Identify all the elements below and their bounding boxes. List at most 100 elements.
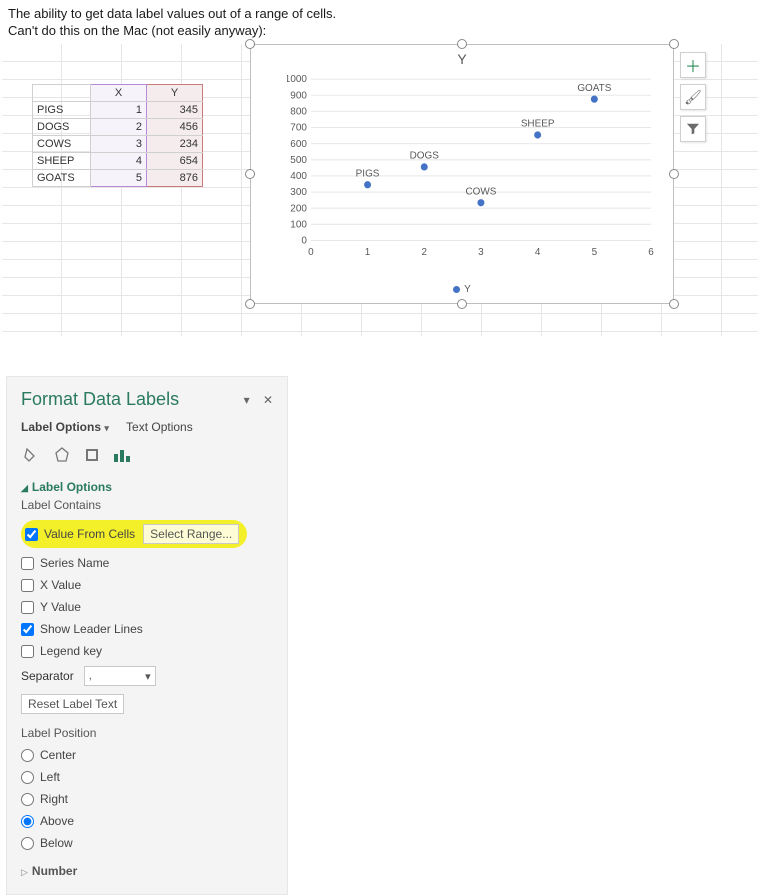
pane-close-button[interactable]: ✕ [263,393,273,407]
svg-text:COWS: COWS [466,186,497,197]
resize-handle[interactable] [669,299,679,309]
chart-side-buttons: ＋ 🖌 [680,52,706,148]
svg-text:DOGS: DOGS [410,150,439,161]
legend-marker [453,286,460,293]
intro-line-1: The ability to get data label values out… [8,6,752,21]
resize-handle[interactable] [457,39,467,49]
pane-title: Format Data Labels [21,389,179,410]
svg-text:800: 800 [290,106,307,117]
radio-center[interactable]: Center [21,748,273,762]
resize-handle[interactable] [669,169,679,179]
svg-text:400: 400 [290,171,307,182]
svg-text:5: 5 [592,247,598,257]
intro-line-2: Can't do this on the Mac (not easily any… [8,23,752,38]
tab-text-options[interactable]: Text Options [126,420,193,434]
resize-handle[interactable] [245,169,255,179]
funnel-icon [686,122,700,136]
series-name-checkbox[interactable] [21,557,34,570]
cell-x[interactable]: 1 [91,102,147,119]
radio-above[interactable]: Above [21,814,273,828]
chart-styles-button[interactable]: 🖌 [680,84,706,110]
resize-handle[interactable] [457,299,467,309]
section-label-options[interactable]: ◢Label Options [21,480,273,494]
resize-handle[interactable] [669,39,679,49]
plus-icon: ＋ [685,53,701,77]
row-label[interactable]: COWS [33,136,91,153]
row-label[interactable]: DOGS [33,119,91,136]
cell-y[interactable]: 456 [147,119,203,136]
checkbox-show-leader-lines[interactable]: Show Leader Lines [21,622,273,636]
value-from-cells-row-highlight: Value From Cells Select Range... [21,520,247,548]
svg-text:1: 1 [365,247,371,257]
size-properties-icon[interactable] [81,444,103,466]
checkbox-x-value[interactable]: X Value [21,578,273,592]
chevron-down-icon: ▾ [145,670,151,683]
resize-handle[interactable] [245,299,255,309]
select-range-button[interactable]: Select Range... [143,524,239,544]
svg-text:4: 4 [535,247,541,257]
chart-object[interactable]: Y 01002003004005006007008009001000012345… [250,44,674,304]
effects-icon[interactable] [51,444,73,466]
svg-text:2: 2 [421,247,427,257]
section-number[interactable]: ▷Number [21,864,273,878]
col-header-x[interactable]: X [91,85,147,102]
value-from-cells-checkbox[interactable] [25,528,38,541]
fill-line-icon[interactable] [21,444,43,466]
cell-y[interactable]: 234 [147,136,203,153]
svg-text:500: 500 [290,155,307,166]
chart-legend[interactable]: Y [251,284,673,295]
svg-text:600: 600 [290,139,307,150]
separator-label: Separator [21,669,74,683]
svg-text:GOATS: GOATS [577,83,611,94]
svg-text:900: 900 [290,90,307,101]
cell-y[interactable]: 345 [147,102,203,119]
cell-x[interactable]: 4 [91,153,147,170]
chart-plot-area[interactable]: 010020030040050060070080090010000123456P… [287,75,657,257]
data-table[interactable]: X Y PIGS1345 DOGS2456 COWS3234 SHEEP4654… [32,84,203,187]
x-value-checkbox[interactable] [21,579,34,592]
radio-right[interactable]: Right [21,792,273,806]
svg-text:0: 0 [301,235,307,246]
cell-y[interactable]: 876 [147,170,203,187]
resize-handle[interactable] [245,39,255,49]
checkbox-value-from-cells[interactable]: Value From Cells [25,527,135,541]
cell-x[interactable]: 3 [91,136,147,153]
svg-text:100: 100 [290,219,307,230]
svg-text:3: 3 [478,247,484,257]
legend-label: Y [464,284,471,295]
row-label[interactable]: GOATS [33,170,91,187]
collapse-icon: ▷ [21,867,28,877]
format-data-labels-pane: Format Data Labels ▾ ✕ Label Options ▾ T… [6,376,288,895]
tab-label-options[interactable]: Label Options ▾ [21,420,109,434]
pane-menu-dropdown[interactable]: ▾ [244,393,250,407]
spreadsheet-area: X Y PIGS1345 DOGS2456 COWS3234 SHEEP4654… [2,44,758,336]
pane-category-icons [21,444,273,466]
cell-x[interactable]: 2 [91,119,147,136]
cell-y[interactable]: 654 [147,153,203,170]
svg-text:300: 300 [290,187,307,198]
checkbox-series-name[interactable]: Series Name [21,556,273,570]
separator-dropdown[interactable]: ,▾ [84,666,156,686]
svg-text:0: 0 [308,247,314,257]
y-value-checkbox[interactable] [21,601,34,614]
label-contains-heading: Label Contains [21,498,273,512]
radio-below[interactable]: Below [21,836,273,850]
label-options-icon[interactable] [111,444,133,466]
row-label[interactable]: PIGS [33,102,91,119]
svg-text:700: 700 [290,122,307,133]
row-label[interactable]: SHEEP [33,153,91,170]
checkbox-legend-key[interactable]: Legend key [21,644,273,658]
checkbox-y-value[interactable]: Y Value [21,600,273,614]
col-header-y[interactable]: Y [147,85,203,102]
radio-left[interactable]: Left [21,770,273,784]
svg-text:PIGS: PIGS [356,168,380,179]
chart-add-element-button[interactable]: ＋ [680,52,706,78]
legend-key-checkbox[interactable] [21,645,34,658]
chart-filter-button[interactable] [680,116,706,142]
reset-label-text-button[interactable]: Reset Label Text [21,694,124,714]
svg-text:SHEEP: SHEEP [521,119,555,130]
expand-icon: ◢ [21,483,28,493]
cell-x[interactable]: 5 [91,170,147,187]
leader-lines-checkbox[interactable] [21,623,34,636]
label-position-heading: Label Position [21,726,273,740]
